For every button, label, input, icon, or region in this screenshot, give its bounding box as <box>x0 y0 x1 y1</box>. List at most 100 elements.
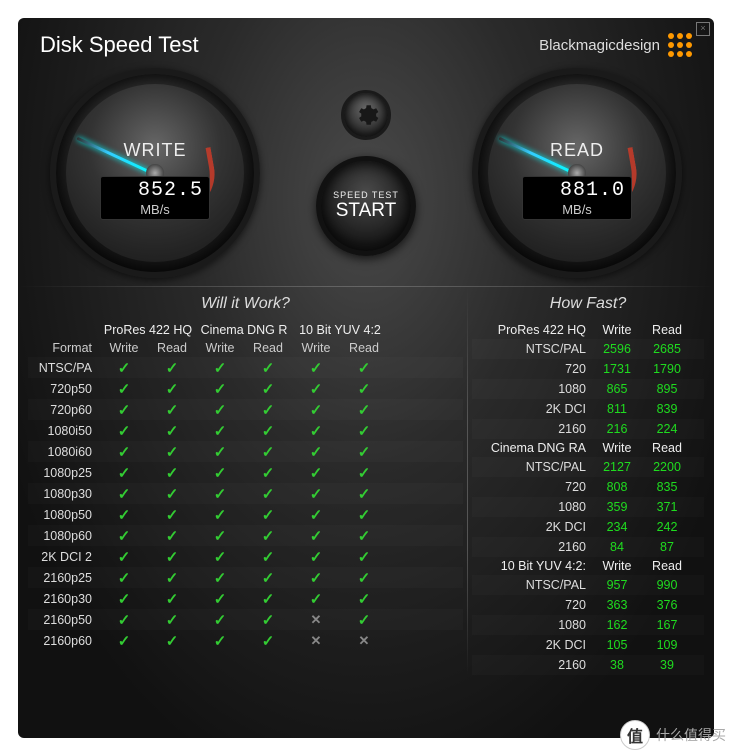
read-lcd: 881.0 MB/s <box>522 176 632 220</box>
cross-icon: ✕ <box>340 633 388 649</box>
check-icon: ✓ <box>340 590 388 608</box>
fast-label: NTSC/PAL <box>472 578 592 592</box>
check-icon: ✓ <box>292 359 340 377</box>
fast-row: 720363376 <box>472 595 704 615</box>
check-icon: ✓ <box>100 590 148 608</box>
fast-read-value: 2200 <box>642 460 692 474</box>
work-row: 1080p25✓✓✓✓✓✓ <box>28 462 463 483</box>
fast-title: How Fast? <box>472 287 704 321</box>
titlebar: Disk Speed Test Blackmagicdesign <box>18 18 714 58</box>
fast-group-header: ProRes 422 HQ <box>472 321 592 339</box>
check-icon: ✓ <box>196 569 244 587</box>
check-icon: ✓ <box>244 485 292 503</box>
work-sub-header: Write <box>196 339 244 357</box>
work-sub-header: Write <box>292 339 340 357</box>
fast-row: 1080359371 <box>472 497 704 517</box>
check-icon: ✓ <box>340 422 388 440</box>
fast-read-value: 835 <box>642 480 692 494</box>
work-row: 2160p60✓✓✓✓✕✕ <box>28 630 463 651</box>
work-row: 1080i60✓✓✓✓✓✓ <box>28 441 463 462</box>
check-icon: ✓ <box>292 485 340 503</box>
check-icon: ✓ <box>340 380 388 398</box>
check-icon: ✓ <box>148 527 196 545</box>
fast-write-value: 865 <box>592 382 642 396</box>
check-icon: ✓ <box>244 401 292 419</box>
check-icon: ✓ <box>244 359 292 377</box>
work-row: 1080p50✓✓✓✓✓✓ <box>28 504 463 525</box>
watermark: 值 什么值得买 <box>620 720 726 750</box>
work-group-header: Cinema DNG R <box>196 321 292 339</box>
fast-label: 2K DCI <box>472 520 592 534</box>
check-icon: ✓ <box>148 632 196 650</box>
write-unit: MB/s <box>107 202 203 217</box>
check-icon: ✓ <box>196 464 244 482</box>
read-col: Read <box>642 439 692 457</box>
fast-label: 720 <box>472 598 592 612</box>
read-col: Read <box>642 321 692 339</box>
check-icon: ✓ <box>292 548 340 566</box>
check-icon: ✓ <box>100 485 148 503</box>
format-label: 720p50 <box>28 382 100 396</box>
check-icon: ✓ <box>196 632 244 650</box>
check-icon: ✓ <box>196 359 244 377</box>
check-icon: ✓ <box>244 506 292 524</box>
start-label: START <box>336 200 397 222</box>
check-icon: ✓ <box>100 632 148 650</box>
fast-read-value: 224 <box>642 422 692 436</box>
fast-write-value: 38 <box>592 658 642 672</box>
check-icon: ✓ <box>148 569 196 587</box>
fast-row: 2K DCI234242 <box>472 517 704 537</box>
check-icon: ✓ <box>244 464 292 482</box>
write-col: Write <box>592 557 642 575</box>
fast-read-value: 371 <box>642 500 692 514</box>
check-icon: ✓ <box>340 443 388 461</box>
fast-row: 2K DCI811839 <box>472 399 704 419</box>
check-icon: ✓ <box>244 632 292 650</box>
check-icon: ✓ <box>244 590 292 608</box>
fast-write-value: 84 <box>592 540 642 554</box>
check-icon: ✓ <box>292 401 340 419</box>
fast-label: 2160 <box>472 422 592 436</box>
check-icon: ✓ <box>196 485 244 503</box>
read-unit: MB/s <box>529 202 625 217</box>
start-button[interactable]: SPEED TEST START <box>316 156 416 256</box>
fast-write-value: 2127 <box>592 460 642 474</box>
check-icon: ✓ <box>340 527 388 545</box>
check-icon: ✓ <box>292 464 340 482</box>
close-icon[interactable]: × <box>696 22 710 36</box>
check-icon: ✓ <box>196 422 244 440</box>
app-panel: × Disk Speed Test Blackmagicdesign WRITE <box>18 18 714 738</box>
check-icon: ✓ <box>148 443 196 461</box>
settings-button[interactable] <box>341 90 391 140</box>
brand-dots-icon <box>668 33 692 57</box>
format-label: 1080p50 <box>28 508 100 522</box>
format-label: 1080p25 <box>28 466 100 480</box>
fast-group-header: 10 Bit YUV 4:2: <box>472 557 592 575</box>
check-icon: ✓ <box>196 527 244 545</box>
check-icon: ✓ <box>244 569 292 587</box>
work-row: 1080p60✓✓✓✓✓✓ <box>28 525 463 546</box>
check-icon: ✓ <box>100 569 148 587</box>
fast-read-value: 990 <box>642 578 692 592</box>
check-icon: ✓ <box>148 548 196 566</box>
fast-write-value: 216 <box>592 422 642 436</box>
fast-label: NTSC/PAL <box>472 342 592 356</box>
check-icon: ✓ <box>196 590 244 608</box>
work-sub-header: Read <box>148 339 196 357</box>
start-subtitle: SPEED TEST <box>333 190 399 200</box>
format-label: 2160p50 <box>28 613 100 627</box>
check-icon: ✓ <box>340 569 388 587</box>
fast-write-value: 162 <box>592 618 642 632</box>
fast-write-value: 359 <box>592 500 642 514</box>
format-label: 2K DCI 2 <box>28 550 100 564</box>
fast-label: 1080 <box>472 382 592 396</box>
fast-row: 1080162167 <box>472 615 704 635</box>
format-label: 1080i50 <box>28 424 100 438</box>
read-col: Read <box>642 557 692 575</box>
fast-row: 720808835 <box>472 477 704 497</box>
fast-row: NTSC/PAL957990 <box>472 575 704 595</box>
check-icon: ✓ <box>292 569 340 587</box>
fast-row: NTSC/PAL25962685 <box>472 339 704 359</box>
write-col: Write <box>592 439 642 457</box>
fast-read-value: 87 <box>642 540 692 554</box>
